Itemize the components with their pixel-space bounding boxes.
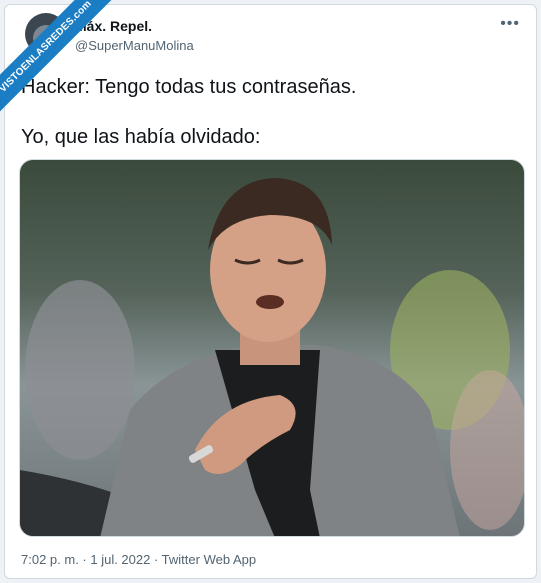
watermark-suffix: .com <box>68 0 94 24</box>
user-handle[interactable]: @SuperManuMolina <box>75 38 194 53</box>
tweet-text-line-2: Yo, que las había olvidado: <box>21 126 261 148</box>
tweet-media-image[interactable] <box>19 159 525 537</box>
tweet-text-line-1: Hacker: Tengo todas tus contraseñas. <box>21 76 357 98</box>
tweet-card: Máx. Repel. @SuperManuMolina ••• Hacker:… <box>4 4 537 579</box>
more-options-icon[interactable]: ••• <box>500 15 520 33</box>
tweet-timestamp[interactable]: 7:02 p. m. · 1 jul. 2022 · Twitter Web A… <box>21 552 256 567</box>
meme-photo-illustration <box>20 178 524 536</box>
